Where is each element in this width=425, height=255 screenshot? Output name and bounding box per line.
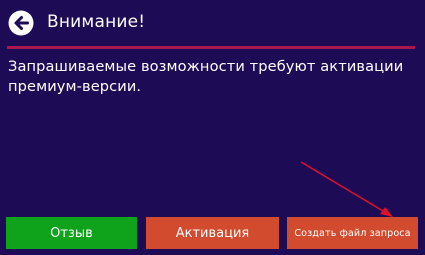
dialog-message: Запрашиваемые возможности требуют актива…	[8, 58, 404, 95]
dialog-title: Внимание!	[47, 12, 146, 32]
feedback-button[interactable]: Отзыв	[6, 217, 137, 249]
arrow-left-circle-icon	[8, 10, 34, 36]
header-divider	[7, 46, 415, 49]
activate-button[interactable]: Активация	[146, 217, 279, 249]
dialog-header: Внимание!	[0, 0, 425, 46]
create-request-file-button[interactable]: Создать файл запроса	[287, 217, 418, 249]
back-button[interactable]	[7, 9, 35, 37]
